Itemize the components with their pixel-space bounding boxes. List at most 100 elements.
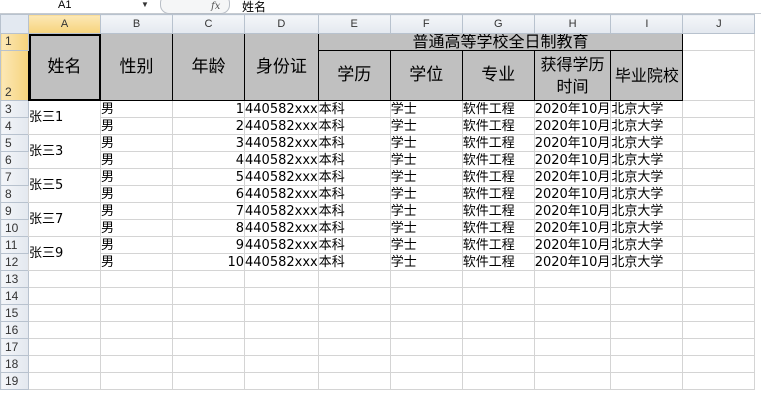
empty-cell[interactable] <box>682 168 756 186</box>
age-cell[interactable]: 6 <box>172 185 245 203</box>
id-number-cell[interactable]: 440582xxx <box>244 151 319 169</box>
education-cell[interactable]: 本科 <box>317 168 391 186</box>
row-header-5[interactable]: 5 <box>0 134 29 152</box>
column-header-f[interactable]: F <box>389 14 463 34</box>
row-header-4[interactable]: 4 <box>0 117 29 135</box>
empty-cell[interactable] <box>100 270 173 288</box>
empty-cell[interactable] <box>533 321 612 339</box>
empty-cell[interactable] <box>682 338 756 356</box>
id-number-cell[interactable]: 440582xxx <box>244 219 319 237</box>
age-cell[interactable]: 1 <box>172 100 245 118</box>
empty-cell[interactable] <box>610 372 684 390</box>
id-number-cell[interactable]: 440582xxx <box>244 168 319 186</box>
row-header-9[interactable]: 9 <box>0 202 29 220</box>
degree-cell[interactable]: 学士 <box>389 236 463 254</box>
empty-cell[interactable] <box>100 372 173 390</box>
major-cell[interactable]: 软件工程 <box>461 236 535 254</box>
empty-cell[interactable] <box>610 321 684 339</box>
empty-cell[interactable] <box>244 304 319 322</box>
gender-cell[interactable]: 男 <box>100 151 173 169</box>
row-header-11[interactable]: 11 <box>0 236 29 254</box>
empty-cell[interactable] <box>682 270 756 288</box>
empty-cell[interactable] <box>244 372 319 390</box>
gender-cell[interactable]: 男 <box>100 202 173 220</box>
empty-cell[interactable] <box>28 372 101 390</box>
id-number-cell[interactable]: 440582xxx <box>244 236 319 254</box>
header-cell-school[interactable]: 毕业院校 <box>610 50 684 101</box>
empty-cell[interactable] <box>682 287 756 305</box>
empty-cell[interactable] <box>172 372 245 390</box>
empty-cell[interactable] <box>461 304 535 322</box>
acquire-time-cell[interactable]: 2020年10月 <box>533 202 612 220</box>
education-cell[interactable]: 本科 <box>317 134 391 152</box>
acquire-time-cell[interactable]: 2020年10月 <box>533 100 612 118</box>
row-header-19[interactable]: 19 <box>0 372 29 390</box>
column-header-h[interactable]: H <box>533 14 612 34</box>
column-header-i[interactable]: I <box>610 14 684 34</box>
empty-cell[interactable] <box>610 338 684 356</box>
insert-function-button[interactable]: fx <box>160 0 230 14</box>
empty-cell[interactable] <box>389 372 463 390</box>
empty-cell[interactable] <box>682 219 756 237</box>
empty-cell[interactable] <box>100 321 173 339</box>
row-header-16[interactable]: 16 <box>0 321 29 339</box>
id-number-cell[interactable]: 440582xxx <box>244 134 319 152</box>
header-banner[interactable]: 普通高等学校全日制教育 <box>317 33 684 51</box>
major-cell[interactable]: 软件工程 <box>461 219 535 237</box>
gender-cell[interactable]: 男 <box>100 253 173 271</box>
education-cell[interactable]: 本科 <box>317 202 391 220</box>
education-cell[interactable]: 本科 <box>317 219 391 237</box>
empty-cell[interactable] <box>533 287 612 305</box>
header-cell-id[interactable]: 身份证 <box>244 33 319 101</box>
gender-cell[interactable]: 男 <box>100 117 173 135</box>
empty-cell[interactable] <box>172 270 245 288</box>
header-cell-acquire-time[interactable]: 获得学历时间 <box>533 50 612 101</box>
row-header-2[interactable]: 2 <box>0 50 29 101</box>
name-cell[interactable]: 张三7 <box>28 202 101 237</box>
age-cell[interactable]: 4 <box>172 151 245 169</box>
empty-cell[interactable] <box>682 134 756 152</box>
select-all-corner[interactable] <box>0 14 29 34</box>
major-cell[interactable]: 软件工程 <box>461 185 535 203</box>
acquire-time-cell[interactable]: 2020年10月 <box>533 236 612 254</box>
degree-cell[interactable]: 学士 <box>389 134 463 152</box>
empty-cell[interactable] <box>244 321 319 339</box>
education-cell[interactable]: 本科 <box>317 253 391 271</box>
empty-cell[interactable] <box>172 355 245 373</box>
degree-cell[interactable]: 学士 <box>389 117 463 135</box>
empty-cell[interactable] <box>244 338 319 356</box>
name-cell[interactable]: 张三9 <box>28 236 101 271</box>
empty-cell[interactable] <box>389 270 463 288</box>
empty-cell[interactable] <box>317 321 391 339</box>
header-cell-major[interactable]: 专业 <box>461 50 535 101</box>
cell-j1[interactable] <box>682 33 756 51</box>
empty-cell[interactable] <box>461 338 535 356</box>
header-cell-age[interactable]: 年龄 <box>172 33 245 101</box>
age-cell[interactable]: 2 <box>172 117 245 135</box>
empty-cell[interactable] <box>389 287 463 305</box>
empty-cell[interactable] <box>461 270 535 288</box>
empty-cell[interactable] <box>682 117 756 135</box>
row-header-3[interactable]: 3 <box>0 100 29 118</box>
gender-cell[interactable]: 男 <box>100 219 173 237</box>
empty-cell[interactable] <box>244 270 319 288</box>
empty-cell[interactable] <box>682 253 756 271</box>
formula-input[interactable]: 姓名 <box>242 0 266 15</box>
school-cell[interactable]: 北京大学 <box>610 219 684 237</box>
empty-cell[interactable] <box>682 321 756 339</box>
age-cell[interactable]: 8 <box>172 219 245 237</box>
major-cell[interactable]: 软件工程 <box>461 134 535 152</box>
column-header-a[interactable]: A <box>28 14 101 34</box>
degree-cell[interactable]: 学士 <box>389 253 463 271</box>
cell-j2[interactable] <box>682 50 756 101</box>
acquire-time-cell[interactable]: 2020年10月 <box>533 219 612 237</box>
degree-cell[interactable]: 学士 <box>389 202 463 220</box>
row-header-14[interactable]: 14 <box>0 287 29 305</box>
major-cell[interactable]: 软件工程 <box>461 168 535 186</box>
degree-cell[interactable]: 学士 <box>389 151 463 169</box>
education-cell[interactable]: 本科 <box>317 151 391 169</box>
empty-cell[interactable] <box>461 355 535 373</box>
age-cell[interactable]: 9 <box>172 236 245 254</box>
degree-cell[interactable]: 学士 <box>389 185 463 203</box>
header-cell-degree[interactable]: 学位 <box>389 50 463 101</box>
